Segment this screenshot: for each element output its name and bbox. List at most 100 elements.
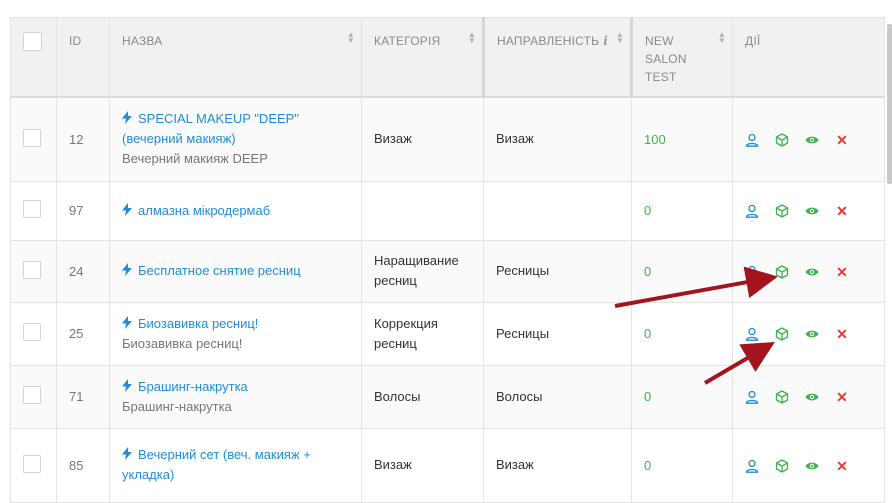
table-row[interactable]: 12 SPECIAL MAKEUP "DEEP" (вечерний макия… <box>10 96 885 182</box>
row-category: Наращивание ресниц <box>361 239 484 303</box>
row-direction: Визаж <box>483 96 632 182</box>
table-row[interactable]: 24 Бесплатное снятие ресниц Наращивание … <box>10 239 885 303</box>
close-icon[interactable]: ✕ <box>835 204 849 218</box>
sort-icon[interactable]: ▲ ▼ <box>616 31 624 45</box>
row-checkbox[interactable] <box>23 454 41 473</box>
column-header-name[interactable]: НАЗВА ▲ ▼ <box>109 17 362 98</box>
table-row[interactable]: 71 Брашинг-накрутка Брашинг-накрутка Вол… <box>10 364 885 429</box>
column-header-category[interactable]: КАТЕГОРІЯ ▲ ▼ <box>361 17 485 98</box>
close-icon[interactable]: ✕ <box>835 265 849 279</box>
close-icon[interactable]: ✕ <box>835 327 849 341</box>
cube-icon[interactable] <box>775 265 789 279</box>
eye-icon[interactable] <box>805 133 819 147</box>
row-name-cell: алмазна мікродермаб <box>109 180 362 241</box>
row-select-cell <box>10 364 57 429</box>
table-row[interactable]: 85 Вечерний сет (веч. макияж + укладка) … <box>10 427 885 503</box>
eye-icon[interactable] <box>805 327 819 341</box>
cube-icon[interactable] <box>775 390 789 404</box>
sort-icon[interactable]: ▲ ▼ <box>718 31 726 45</box>
row-category <box>361 180 484 241</box>
row-checkbox[interactable] <box>23 200 41 218</box>
lightning-icon <box>122 263 132 276</box>
row-test-value: 0 <box>631 364 733 429</box>
row-id: 25 <box>56 301 110 366</box>
row-name-cell: Бесплатное снятие ресниц <box>109 239 362 303</box>
row-name-cell: Брашинг-накрутка Брашинг-накрутка <box>109 364 362 429</box>
service-description: Брашинг-накрутка <box>122 398 232 414</box>
row-actions: ✕ <box>732 427 885 503</box>
service-name-link[interactable]: Вечерний сет (веч. макияж + укладка) <box>122 445 349 485</box>
row-name-cell: Вечерний сет (веч. макияж + укладка) <box>109 427 362 503</box>
user-icon[interactable] <box>745 459 759 473</box>
lightning-icon <box>122 315 132 329</box>
eye-icon[interactable] <box>805 390 819 404</box>
row-checkbox[interactable] <box>23 128 41 147</box>
info-icon[interactable]: i <box>603 32 608 50</box>
row-actions: ✕ <box>732 96 885 182</box>
cube-icon[interactable] <box>775 459 789 473</box>
row-actions: ✕ <box>732 364 885 429</box>
column-header-test[interactable]: NEW SALON TEST ▲ ▼ <box>631 17 733 98</box>
user-icon[interactable] <box>745 327 759 342</box>
services-table: ID НАЗВА ▲ ▼ КАТЕГОРІЯ ▲ ▼ НАПРАВЛЕНІСТЬ i ▲ ▼ … <box>10 17 885 503</box>
row-category: Коррекция ресниц <box>361 301 484 366</box>
close-icon[interactable]: ✕ <box>835 459 849 473</box>
column-header-actions: ДІЇ <box>732 17 885 98</box>
cube-icon[interactable] <box>775 327 789 341</box>
lightning-icon <box>122 447 132 460</box>
user-icon[interactable] <box>745 265 759 279</box>
close-icon[interactable]: ✕ <box>835 133 849 147</box>
lightning-icon <box>122 378 132 392</box>
row-id: 85 <box>56 427 110 503</box>
column-header-id[interactable]: ID <box>56 17 110 98</box>
service-name-link[interactable]: Брашинг-накрутка <box>122 377 349 397</box>
eye-icon[interactable] <box>805 459 819 473</box>
service-name-link[interactable]: SPECIAL MAKEUP "DEEP" (вечерний макияж) <box>122 109 349 149</box>
row-category: Визаж <box>361 427 484 503</box>
row-id: 97 <box>56 180 110 241</box>
table-row[interactable]: 25 Биозавивка ресниц! Биозавивка ресниц!… <box>10 301 885 366</box>
lightning-icon <box>122 202 132 216</box>
row-direction: Ресницы <box>483 301 632 366</box>
column-header-direction[interactable]: НАПРАВЛЕНІСТЬ i ▲ ▼ <box>483 17 633 98</box>
table-row[interactable]: 97 алмазна мікродермаб 0 ✕ <box>10 180 885 241</box>
sort-icon[interactable]: ▲ ▼ <box>468 31 476 45</box>
row-checkbox[interactable] <box>23 386 41 404</box>
service-name-link[interactable]: Бесплатное снятие ресниц <box>122 261 349 281</box>
row-actions: ✕ <box>732 301 885 366</box>
user-icon[interactable] <box>745 390 759 405</box>
row-direction <box>483 180 632 241</box>
eye-icon[interactable] <box>805 204 819 218</box>
row-category: Волосы <box>361 364 484 429</box>
row-direction: Волосы <box>483 364 632 429</box>
row-category: Визаж <box>361 96 484 182</box>
sort-icon[interactable]: ▲ ▼ <box>347 31 355 45</box>
row-select-cell <box>10 180 57 241</box>
row-actions: ✕ <box>732 239 885 303</box>
row-name-cell: Биозавивка ресниц! Биозавивка ресниц! <box>109 301 362 366</box>
row-direction: Визаж <box>483 427 632 503</box>
cube-icon[interactable] <box>775 204 789 218</box>
row-checkbox[interactable] <box>23 323 41 341</box>
row-id: 24 <box>56 239 110 303</box>
row-id: 12 <box>56 96 110 182</box>
row-test-value: 0 <box>631 427 733 503</box>
row-select-cell <box>10 239 57 303</box>
service-name-link[interactable]: Биозавивка ресниц! <box>122 314 349 334</box>
eye-icon[interactable] <box>805 265 819 279</box>
cube-icon[interactable] <box>775 133 789 147</box>
row-select-cell <box>10 301 57 366</box>
service-description: Биозавивка ресниц! <box>122 335 243 351</box>
user-icon[interactable] <box>745 204 759 219</box>
select-all-cell <box>10 17 57 98</box>
service-name-link[interactable]: алмазна мікродермаб <box>122 201 349 221</box>
row-test-value: 0 <box>631 180 733 241</box>
vertical-scrollbar[interactable] <box>887 24 892 184</box>
row-test-value: 0 <box>631 301 733 366</box>
row-name-cell: SPECIAL MAKEUP "DEEP" (вечерний макияж) … <box>109 96 362 182</box>
row-checkbox[interactable] <box>23 260 41 279</box>
services-table-wrapper: ID НАЗВА ▲ ▼ КАТЕГОРІЯ ▲ ▼ НАПРАВЛЕНІСТЬ i ▲ ▼ … <box>10 17 885 503</box>
close-icon[interactable]: ✕ <box>835 390 849 404</box>
user-icon[interactable] <box>745 133 759 147</box>
select-all-checkbox[interactable] <box>23 32 42 51</box>
